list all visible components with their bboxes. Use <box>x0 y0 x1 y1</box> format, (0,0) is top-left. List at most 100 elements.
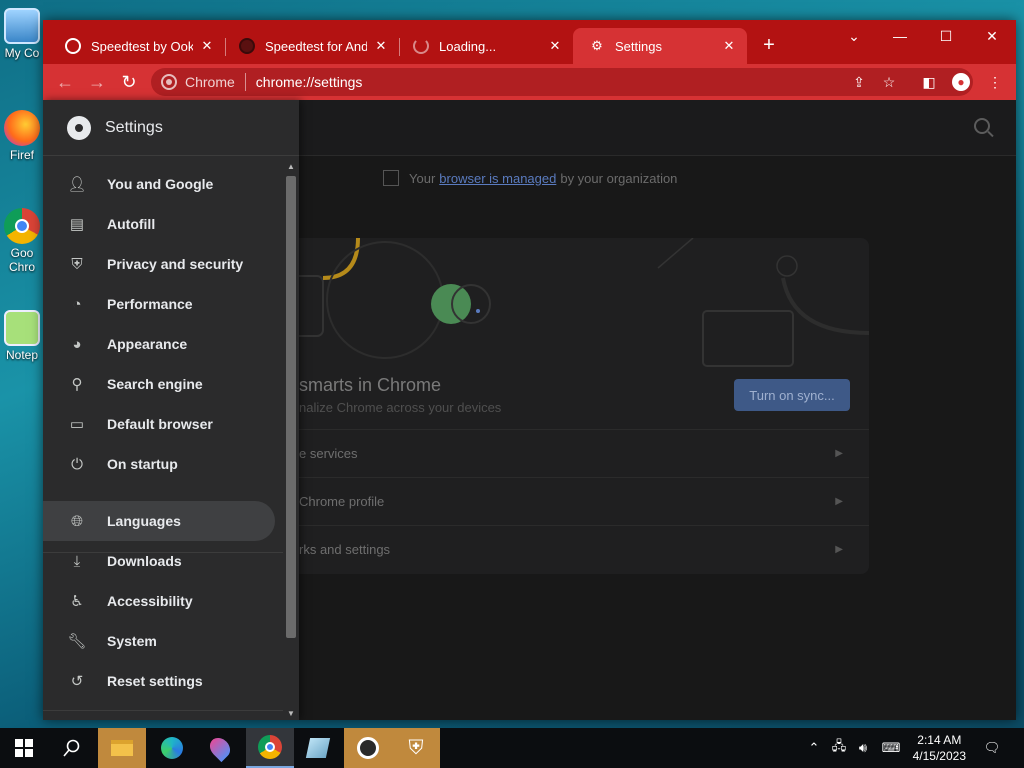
taskbar-maps[interactable] <box>196 728 244 768</box>
edge-icon <box>161 737 183 759</box>
close-icon[interactable]: ✕ <box>199 38 215 54</box>
bookmark-button[interactable]: ☆ <box>879 72 899 92</box>
firefox-icon <box>4 110 40 146</box>
tray-network[interactable]: 🖧︎ <box>828 728 850 768</box>
taskbar-clock[interactable]: 2:14 AM 4/15/2023 <box>913 732 966 764</box>
close-window-button[interactable]: ✕ <box>969 20 1015 52</box>
managed-suffix: by your organization <box>560 170 678 186</box>
desktop-icon-chrome[interactable]: Goo Chro <box>0 208 44 274</box>
notification-icon: 🗨︎ <box>983 740 1001 755</box>
share-button[interactable]: ⇪ <box>849 72 869 92</box>
tab-title: Speedtest for Andro <box>265 38 367 54</box>
menu-item-label: Accessibility <box>107 593 193 609</box>
menu-item-autofill[interactable]: ▤ Autofill <box>43 204 275 244</box>
desktop-icon-notepad[interactable]: Notep <box>0 310 44 362</box>
tray-keyboard[interactable]: ⌨ <box>878 728 904 768</box>
turn-on-sync-button[interactable]: Turn on sync... <box>734 379 850 411</box>
search-icon[interactable] <box>974 118 990 134</box>
new-tab-button[interactable]: + <box>757 34 781 57</box>
close-icon[interactable]: ✕ <box>373 38 389 54</box>
sync-row[interactable]: Chrome profile ▶ <box>263 477 869 525</box>
taskbar-chrome[interactable] <box>246 728 294 768</box>
menu-item-label: You and Google <box>107 176 214 192</box>
scroll-thumb[interactable] <box>286 176 296 638</box>
tab-speedtest-android[interactable]: Speedtest for Andro ✕ <box>223 28 399 64</box>
menu-item-languages[interactable]: 🌐︎ Languages <box>43 501 275 541</box>
taskbar-speedtest[interactable] <box>344 728 392 768</box>
drawer-scrollbar[interactable]: ▲ ▼ <box>283 158 299 720</box>
close-icon[interactable]: ✕ <box>547 38 563 54</box>
start-button[interactable] <box>0 728 48 768</box>
tray-chevron[interactable]: ⌃ <box>804 728 824 768</box>
sync-row[interactable]: rks and settings ▶ <box>263 525 869 573</box>
taskbar-file-explorer[interactable] <box>98 728 146 768</box>
menu-item-on-startup[interactable]: ⏻ On startup <box>43 444 275 484</box>
tab-title: Settings <box>615 38 662 54</box>
profile-button[interactable]: ● <box>951 72 971 92</box>
tray-volume[interactable]: 🔊︎ <box>852 728 874 768</box>
chevron-right-icon: ▶ <box>835 496 843 507</box>
close-icon[interactable]: ✕ <box>721 38 737 54</box>
menu-item-reset-settings[interactable]: ↺ Reset settings <box>43 661 275 701</box>
maximize-button[interactable]: ☐ <box>923 20 969 52</box>
desktop-icon-my-computer[interactable]: My Co <box>0 8 44 60</box>
taskbar-security[interactable]: ⛨ <box>392 728 440 768</box>
wrench-icon: 🔧︎ <box>67 633 87 650</box>
chrome-icon <box>258 735 282 759</box>
desktop-icon-label: Notep <box>5 348 39 362</box>
menu-item-system[interactable]: 🔧︎ System <box>43 621 275 661</box>
sync-row-label: e services <box>299 446 358 461</box>
menu-item-label: Privacy and security <box>107 256 244 272</box>
chevron-down-icon: ⌄ <box>848 27 860 44</box>
shield-icon: ⛨ <box>71 255 83 273</box>
side-panel-button[interactable]: ◧ <box>919 72 939 92</box>
power-icon: ⏻ <box>71 455 83 473</box>
browser-icon: ▭ <box>69 416 85 433</box>
menu-button[interactable]: ⋮ <box>985 72 1005 92</box>
back-button[interactable]: ← <box>53 70 77 94</box>
menu-item-search-engine[interactable]: ⚲ Search engine <box>43 364 275 404</box>
tab-title: Loading... <box>439 38 497 54</box>
gear-icon: ⚙ <box>591 38 603 53</box>
menu-item-label: Languages <box>107 513 181 529</box>
arrow-left-icon: ← <box>56 71 74 92</box>
forward-button[interactable]: → <box>85 70 109 94</box>
desktop-icon-firefox[interactable]: Firef <box>0 110 44 162</box>
minimize-button[interactable]: — <box>877 20 923 52</box>
taskbar: ⛨ ⌃ 🖧︎ 🔊︎ ⌨ 2:14 AM 4/15/2023 🗨︎ <box>0 728 1024 768</box>
sync-row[interactable]: e services ▶ <box>263 429 869 477</box>
taskbar-search-button[interactable] <box>48 728 96 768</box>
reload-button[interactable]: ↻ <box>117 70 141 94</box>
managed-link[interactable]: browser is managed <box>439 171 556 186</box>
scroll-down-icon[interactable]: ▼ <box>286 709 296 718</box>
tab-speedtest-ookla[interactable]: Speedtest by Ookla ✕ <box>49 28 225 64</box>
globe-icon: 🌐︎ <box>70 512 83 530</box>
tab-search-button[interactable]: ⌄ <box>831 20 877 52</box>
taskbar-edge[interactable] <box>148 728 196 768</box>
menu-item-downloads[interactable]: ⤓ Downloads <box>43 541 275 581</box>
menu-item-label: System <box>107 633 157 649</box>
loading-spinner-icon <box>413 38 429 54</box>
menu-item-default-browser[interactable]: ▭ Default browser <box>43 404 275 444</box>
chevron-right-icon: ▶ <box>835 448 843 459</box>
speedtest-icon <box>239 38 255 54</box>
desktop-icon-label: Goo <box>10 246 34 260</box>
search-icon: ⚲ <box>71 376 83 393</box>
menu-item-accessibility[interactable]: ♿︎ Accessibility <box>43 581 275 621</box>
tab-settings[interactable]: ⚙ Settings ✕ <box>573 28 747 64</box>
star-icon: ☆ <box>882 73 896 90</box>
notification-button[interactable]: 🗨︎ <box>978 728 1006 768</box>
url-text: chrome://settings <box>255 74 363 90</box>
speedtest-icon <box>357 737 379 759</box>
tab-loading[interactable]: Loading... ✕ <box>397 28 573 64</box>
menu-item-you-and-google[interactable]: 👤︎ You and Google <box>43 164 275 204</box>
taskbar-notepad[interactable] <box>294 728 342 768</box>
scroll-up-icon[interactable]: ▲ <box>286 162 296 171</box>
desktop-icon-label: Firef <box>10 148 34 162</box>
menu-item-performance[interactable]: ◔ Performance <box>43 284 275 324</box>
site-chip[interactable]: Chrome <box>151 74 235 90</box>
menu-item-appearance[interactable]: ◕ Appearance <box>43 324 275 364</box>
sync-row-label: rks and settings <box>299 542 391 557</box>
drawer-header: Settings <box>43 100 299 156</box>
menu-item-privacy[interactable]: ⛨ Privacy and security <box>43 244 275 284</box>
